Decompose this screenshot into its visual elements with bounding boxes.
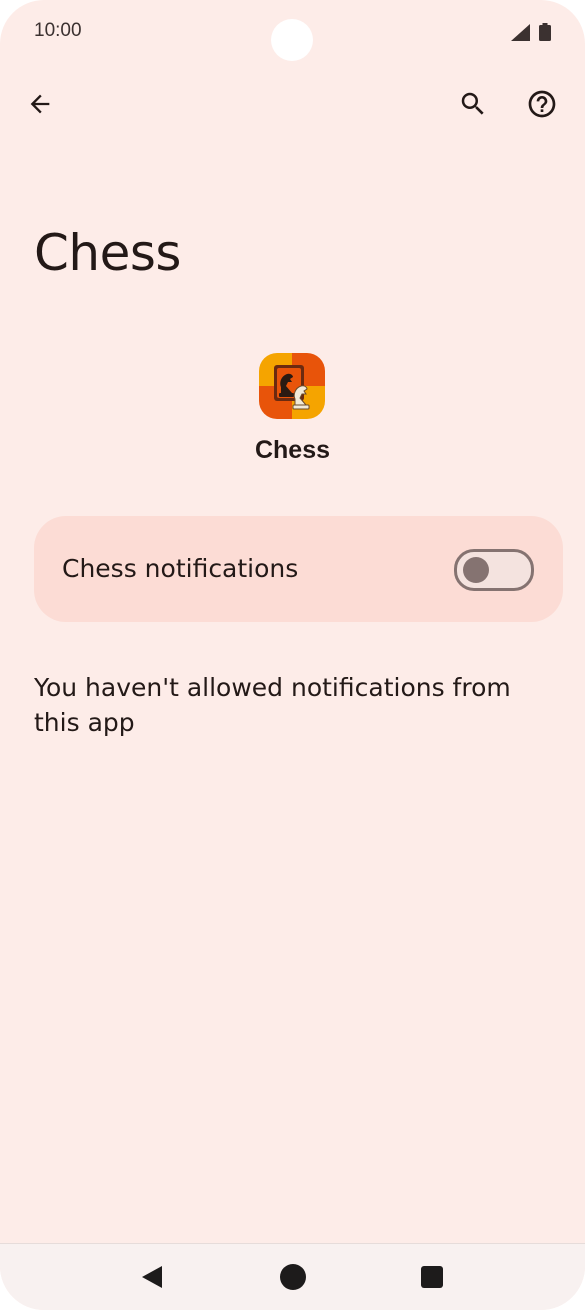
notifications-toggle-switch[interactable] bbox=[454, 549, 534, 591]
nav-recents-icon[interactable] bbox=[421, 1266, 443, 1288]
search-button[interactable] bbox=[449, 80, 497, 128]
app-notifications-screen: 10:00 Chess Chess Chess notifications Yo… bbox=[0, 0, 585, 1310]
battery-icon bbox=[539, 23, 551, 41]
back-button[interactable] bbox=[16, 80, 64, 128]
system-nav-bar bbox=[0, 1243, 585, 1310]
camera-cutout bbox=[271, 19, 313, 61]
notifications-toggle-row[interactable]: Chess notifications bbox=[34, 516, 563, 622]
notifications-blocked-message: You haven't allowed notifications from t… bbox=[34, 673, 511, 737]
search-icon bbox=[461, 92, 484, 115]
back-arrow-icon bbox=[30, 94, 50, 114]
nav-home-icon[interactable] bbox=[280, 1264, 306, 1290]
notifications-toggle-label: Chess notifications bbox=[62, 554, 299, 583]
status-bar: 10:00 bbox=[0, 0, 585, 64]
toggle-thumb bbox=[463, 557, 489, 583]
nav-back-icon[interactable] bbox=[138, 1263, 166, 1291]
chess-app-icon bbox=[259, 353, 325, 419]
help-icon bbox=[528, 90, 556, 118]
signal-icon bbox=[511, 24, 530, 41]
help-button[interactable] bbox=[518, 80, 566, 128]
page-title: Chess bbox=[34, 224, 181, 282]
app-name: Chess bbox=[254, 436, 331, 464]
status-time: 10:00 bbox=[34, 20, 82, 41]
